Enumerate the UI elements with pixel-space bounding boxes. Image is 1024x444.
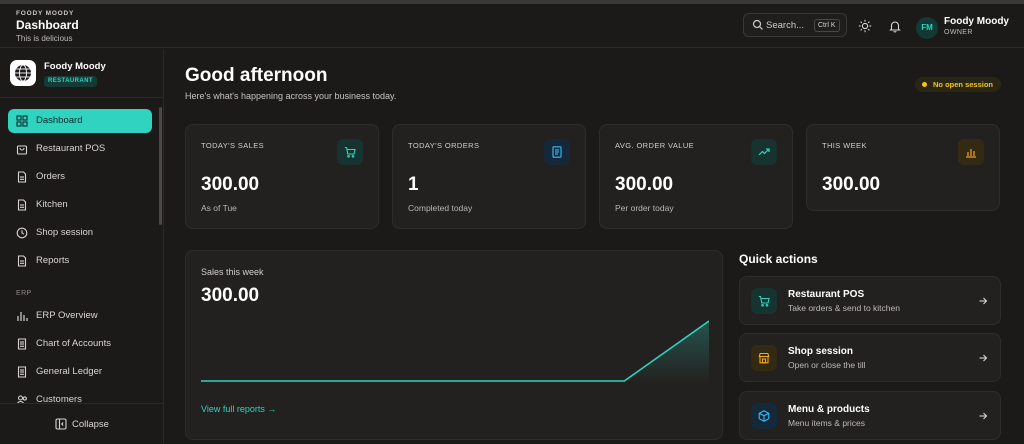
trending-up-icon: [751, 139, 777, 165]
stat-subtext: As of Tue: [201, 203, 237, 213]
sales-chart-card: Sales this week 300.00 View full reports…: [185, 250, 723, 440]
document-icon: [17, 338, 27, 350]
sidebar-item-label: Dashboard: [36, 115, 83, 126]
stat-subtext: Per order today: [615, 203, 674, 213]
collapse-button[interactable]: Collapse: [0, 403, 163, 444]
cart-icon: [751, 288, 777, 314]
arrow-right-icon: [979, 412, 988, 420]
sidebar-item-orders[interactable]: Orders: [8, 165, 152, 189]
quick-action-subtitle: Menu items & prices: [788, 418, 865, 428]
stat-label: AVG. ORDER VALUE: [615, 141, 695, 150]
bar-chart-icon: [17, 312, 28, 321]
quick-action-title: Shop session: [788, 346, 854, 357]
stat-value: 1: [408, 174, 419, 195]
quick-action-menu-products[interactable]: Menu & products Menu items & prices: [739, 391, 1001, 440]
search-button[interactable]: Search... Ctrl K: [743, 13, 847, 37]
chart-series-line: [201, 320, 709, 382]
document-icon: [17, 366, 27, 378]
brand-small-label: FOODY MOODY: [16, 10, 75, 17]
chart-value: 300.00: [201, 285, 260, 306]
sidebar-item-label: Restaurant POS: [36, 143, 106, 154]
sidebar-item-restaurant-pos[interactable]: Restaurant POS: [8, 137, 152, 161]
bag-icon: [16, 145, 28, 155]
sidebar-item-label: Reports: [36, 255, 70, 266]
sidebar-item-label: ERP Overview: [36, 310, 98, 321]
view-full-reports-link[interactable]: View full reports →: [201, 404, 276, 414]
sidebar: Foody Moody RESTAURANT Dashboard Restaur…: [0, 49, 164, 444]
store-icon: [751, 345, 777, 371]
clock-icon: [16, 227, 28, 239]
status-dot: [922, 82, 927, 87]
sidebar-item-label: Chart of Accounts: [36, 338, 111, 349]
search-icon: [752, 19, 763, 30]
session-status-badge: No open session: [915, 77, 1002, 92]
restaurant-badge: RESTAURANT: [44, 76, 97, 87]
stat-card-avg-order-value: AVG. ORDER VALUE 300.00 Per order today: [599, 124, 793, 229]
stat-subtext: Completed today: [408, 203, 473, 213]
stat-label: TODAY'S SALES: [201, 141, 265, 150]
chart-label: Sales this week: [201, 267, 264, 277]
sidebar-scrollbar[interactable]: [159, 107, 162, 225]
sidebar-item-dashboard[interactable]: Dashboard: [8, 109, 152, 133]
sales-chart-plot: [201, 320, 709, 383]
stat-value: 300.00: [822, 174, 881, 195]
receipt-icon: [544, 139, 570, 165]
sidebar-item-shop-session[interactable]: Shop session: [8, 221, 152, 245]
sun-icon[interactable]: [858, 19, 872, 33]
sidebar-item-erp-overview[interactable]: ERP Overview: [8, 304, 152, 328]
document-icon: [17, 255, 27, 267]
arrow-right-icon: [979, 354, 988, 362]
sidebar-item-label: Kitchen: [36, 199, 68, 210]
sidebar-item-label: Shop session: [36, 227, 94, 238]
document-icon: [17, 199, 27, 211]
bell-icon[interactable]: [888, 19, 902, 33]
sidebar-item-chart-of-accounts[interactable]: Chart of Accounts: [8, 332, 152, 356]
arrow-right-icon: [979, 297, 988, 305]
search-shortcut: Ctrl K: [814, 19, 840, 32]
sidebar-item-reports[interactable]: Reports: [8, 249, 152, 273]
sidebar-item-kitchen[interactable]: Kitchen: [8, 193, 152, 217]
top-header: FOODY MOODY Dashboard This is delicious …: [0, 4, 1024, 48]
quick-action-shop-session[interactable]: Shop session Open or close the till: [739, 333, 1001, 382]
quick-action-title: Restaurant POS: [788, 289, 865, 300]
stat-value: 300.00: [201, 174, 260, 195]
quick-actions-title: Quick actions: [739, 252, 818, 266]
restaurant-name: Foody Moody: [44, 61, 106, 72]
collapse-label: Collapse: [72, 419, 109, 430]
stat-card-todays-orders: TODAY'S ORDERS 1 Completed today: [392, 124, 586, 229]
stat-card-todays-sales: TODAY'S SALES 300.00 As of Tue: [185, 124, 379, 229]
greeting-subtitle: Here's what's happening across your busi…: [185, 91, 397, 101]
box-icon: [751, 403, 777, 429]
user-name[interactable]: Foody Moody: [944, 16, 1009, 27]
session-status-text: No open session: [933, 80, 994, 89]
bar-chart-icon: [958, 139, 984, 165]
sidebar-section-erp: ERP: [16, 290, 32, 297]
search-placeholder: Search...: [766, 20, 805, 31]
stat-label: TODAY'S ORDERS: [408, 141, 480, 150]
greeting-heading: Good afternoon: [185, 65, 328, 86]
quick-action-title: Menu & products: [788, 404, 870, 415]
chart-area-fill: [201, 321, 709, 383]
avatar[interactable]: FM: [916, 17, 938, 39]
sidebar-divider: [0, 97, 163, 98]
quick-action-subtitle: Open or close the till: [788, 360, 866, 370]
sidebar-item-general-ledger[interactable]: General Ledger: [8, 360, 152, 384]
page-subtitle: This is delicious: [16, 34, 73, 43]
stat-card-this-week: THIS WEEK 300.00: [806, 124, 1000, 211]
restaurant-logo: [10, 60, 36, 86]
sidebar-item-label: General Ledger: [36, 366, 103, 377]
collapse-icon: [55, 418, 67, 430]
document-icon: [17, 171, 27, 183]
stat-label: THIS WEEK: [822, 141, 867, 150]
grid-icon: [16, 115, 28, 127]
page-title: Dashboard: [16, 18, 79, 32]
sidebar-item-label: Orders: [36, 171, 66, 182]
user-role: OWNER: [944, 29, 973, 36]
quick-action-subtitle: Take orders & send to kitchen: [788, 303, 900, 313]
cart-icon: [337, 139, 363, 165]
quick-action-restaurant-pos[interactable]: Restaurant POS Take orders & send to kit…: [739, 276, 1001, 325]
globe-icon: [15, 64, 31, 82]
stat-value: 300.00: [615, 174, 674, 195]
